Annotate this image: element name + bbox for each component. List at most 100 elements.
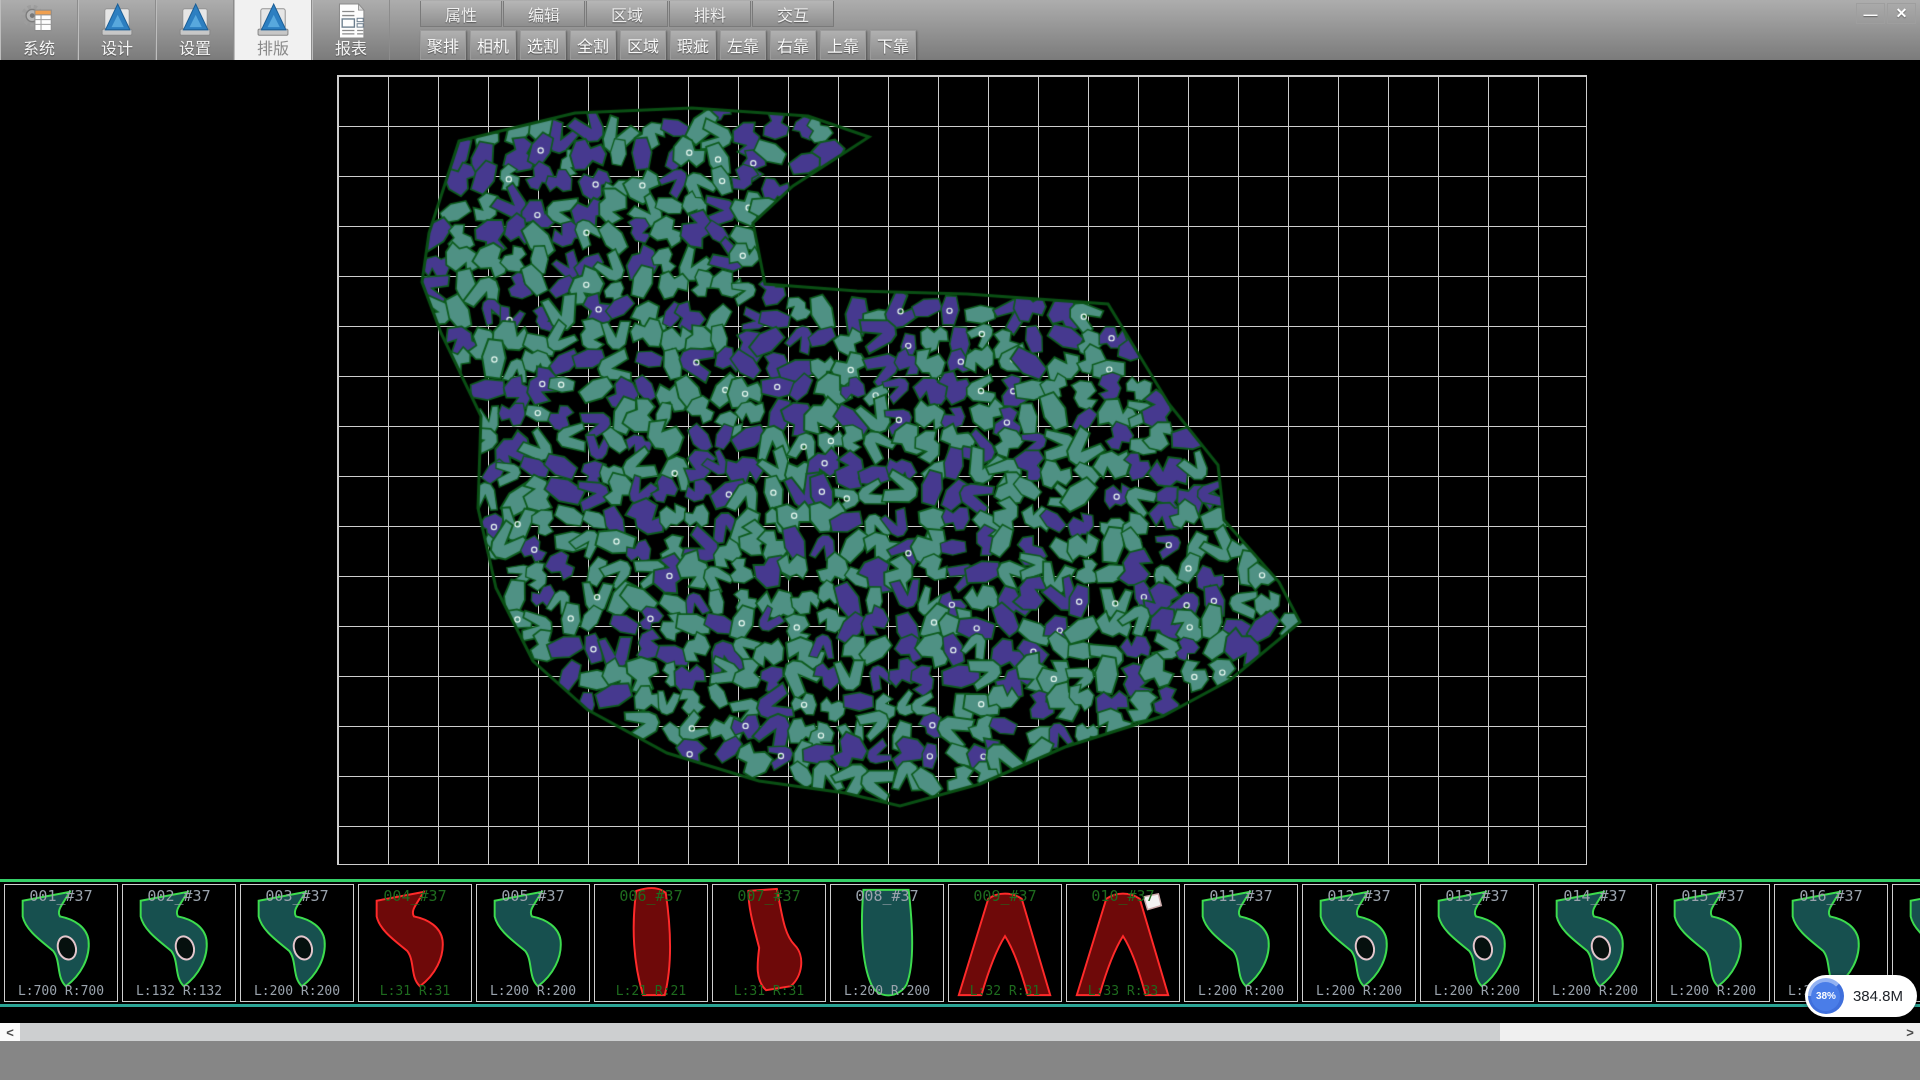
progress-ring: 38%: [1808, 978, 1844, 1014]
piece-id-label: 014_#37: [1539, 887, 1651, 905]
tool-button[interactable]: 区域: [620, 30, 666, 60]
piece-id-label: 003_#37: [241, 887, 353, 905]
piece-id-label: 009_#37: [949, 887, 1061, 905]
mode-label: 设计: [101, 40, 133, 59]
toolbar-mode-button[interactable]: 系统: [0, 0, 78, 60]
mode-label: 设置: [179, 40, 211, 59]
menu-item[interactable]: 编辑: [503, 1, 585, 27]
tool-button[interactable]: 下靠: [870, 30, 916, 60]
toolbar-mode-button[interactable]: 设置: [156, 0, 234, 60]
tool-button-label: 下靠: [877, 33, 909, 57]
piece-lr-count-label: L:200 R:200: [1657, 984, 1769, 999]
piece-lr-count-label: L:33 R:33: [1067, 984, 1179, 999]
titlebar: 系统 设计 设置 排版 报表: [0, 0, 1920, 60]
piece-id-label: 010_#37: [1067, 887, 1179, 905]
piece-id-label: 016_#37: [1775, 887, 1887, 905]
piece-thumbnail-cell[interactable]: 011_#37 L:200 R:200: [1184, 884, 1298, 1002]
tool-button[interactable]: 左靠: [720, 30, 766, 60]
piece-thumbnail-cell[interactable]: 006_#37 L:21 R:21: [594, 884, 708, 1002]
piece-thumbnail-cell[interactable]: 007_#37 L:31 R:31: [712, 884, 826, 1002]
mode-icon: [245, 2, 301, 40]
piece-lr-count-label: L:32 R:31: [949, 984, 1061, 999]
piece-id-label: 011_#37: [1185, 887, 1297, 905]
menu-item-label: 排料: [694, 2, 726, 26]
piece-id-label: 015_#37: [1657, 887, 1769, 905]
tool-button-label: 聚排: [427, 33, 459, 57]
menu-item[interactable]: 交互: [752, 1, 834, 27]
tool-button[interactable]: 右靠: [770, 30, 816, 60]
piece-lr-count-label: L:200 R:200: [831, 984, 943, 999]
mode-icon: [11, 2, 67, 40]
tool-button-label: 选割: [527, 33, 559, 57]
toolbar-mode-button[interactable]: 排版: [234, 0, 312, 60]
nesting-viewport[interactable]: [0, 60, 1920, 879]
menu-bar: 属性 编辑 区域 排料 交互: [420, 1, 835, 27]
piece-thumbnail-cell[interactable]: 003_#37 L:200 R:200: [240, 884, 354, 1002]
menu-item[interactable]: 排料: [669, 1, 751, 27]
tool-button-label: 右靠: [777, 33, 809, 57]
menu-item-label: 交互: [777, 2, 809, 26]
strip-footer-gap: [0, 1007, 1920, 1023]
piece-thumbnail-cell[interactable]: 015_#37 L:200 R:200: [1656, 884, 1770, 1002]
tool-button-label: 相机: [477, 33, 509, 57]
piece-thumbnail-cell[interactable]: 009_#37 L:32 R:31: [948, 884, 1062, 1002]
progress-badge[interactable]: 38% 384.8M: [1805, 975, 1917, 1017]
piece-thumbnail-cell[interactable]: 001_#37 L:700 R:700: [4, 884, 118, 1002]
toolbar-mode-button[interactable]: 报表: [312, 0, 390, 60]
mode-icon: [167, 2, 223, 40]
piece-lr-count-label: L:200 R:200: [1539, 984, 1651, 999]
footer-bar: [0, 1041, 1920, 1080]
piece-thumbnail-cell[interactable]: 012_#37 L:200 R:200: [1302, 884, 1416, 1002]
piece-lr-count-label: L:21 R:21: [595, 984, 707, 999]
piece-id-label: 001_#37: [5, 887, 117, 905]
mode-label: 报表: [335, 40, 367, 59]
piece-thumbnail-cell[interactable]: 013_#37 L:200 R:200: [1420, 884, 1534, 1002]
tool-button[interactable]: 相机: [470, 30, 516, 60]
toolbar-mode-button[interactable]: 设计: [78, 0, 156, 60]
piece-thumbnail-cell[interactable]: 014_#37 L:200 R:200: [1538, 884, 1652, 1002]
scroll-left-button[interactable]: <: [0, 1023, 20, 1041]
piece-thumbnail-cell[interactable]: 005_#37 L:200 R:200: [476, 884, 590, 1002]
piece-id-label: 0: [1893, 887, 1920, 905]
mode-label: 系统: [23, 40, 55, 59]
tool-button[interactable]: 全割: [570, 30, 616, 60]
leather-hide-canvas[interactable]: [0, 60, 1920, 879]
piece-thumbnail-cell[interactable]: 010_#37 L:33 R:33: [1066, 884, 1180, 1002]
progress-percent: 38%: [1811, 982, 1840, 1011]
piece-lr-count-label: L:700 R:700: [5, 984, 117, 999]
piece-lr-count-label: L:200 R:200: [477, 984, 589, 999]
piece-lr-count-label: L:200 R:200: [241, 984, 353, 999]
piece-lr-count-label: L:132 R:132: [123, 984, 235, 999]
tool-button[interactable]: 选割: [520, 30, 566, 60]
tool-button[interactable]: 瑕疵: [670, 30, 716, 60]
progress-size-label: 384.8M: [1853, 988, 1903, 1005]
piece-lr-count-label: L:200 R:200: [1185, 984, 1297, 999]
menu-item[interactable]: 属性: [420, 1, 502, 27]
menu-item[interactable]: 区域: [586, 1, 668, 27]
horizontal-scrollbar[interactable]: < >: [0, 1023, 1920, 1041]
window-controls: — ✕: [1856, 3, 1916, 24]
piece-id-label: 002_#37: [123, 887, 235, 905]
piece-id-label: 006_#37: [595, 887, 707, 905]
scrollbar-thumb[interactable]: [20, 1023, 1500, 1041]
piece-thumbnail-cell[interactable]: 004_#37 L:31 R:31: [358, 884, 472, 1002]
piece-thumbnail-cell[interactable]: 008_#37 L:200 R:200: [830, 884, 944, 1002]
piece-thumbnail-cell[interactable]: 002_#37 L:132 R:132: [122, 884, 236, 1002]
piece-lr-count-label: L:200 R:200: [1421, 984, 1533, 999]
piece-id-label: 013_#37: [1421, 887, 1533, 905]
piece-lr-count-label: L:200 R:200: [1303, 984, 1415, 999]
minimize-button[interactable]: —: [1856, 3, 1885, 24]
piece-library-strip: 001_#37 L:700 R:700 002_#37 L:132 R:132 …: [0, 879, 1920, 1007]
tool-button[interactable]: 聚排: [420, 30, 466, 60]
piece-id-label: 008_#37: [831, 887, 943, 905]
tool-button[interactable]: 上靠: [820, 30, 866, 60]
mode-icon: [323, 2, 379, 40]
piece-id-label: 012_#37: [1303, 887, 1415, 905]
close-button[interactable]: ✕: [1887, 3, 1916, 24]
piece-id-label: 005_#37: [477, 887, 589, 905]
tool-bar: 聚排 相机 选割 全割 区域 瑕疵: [420, 30, 920, 60]
scroll-right-button[interactable]: >: [1900, 1023, 1920, 1041]
nesting-app-window: 系统 设计 设置 排版 报表: [0, 0, 1920, 1080]
piece-lr-count-label: L:31 R:31: [713, 984, 825, 999]
mode-label: 排版: [257, 40, 289, 59]
